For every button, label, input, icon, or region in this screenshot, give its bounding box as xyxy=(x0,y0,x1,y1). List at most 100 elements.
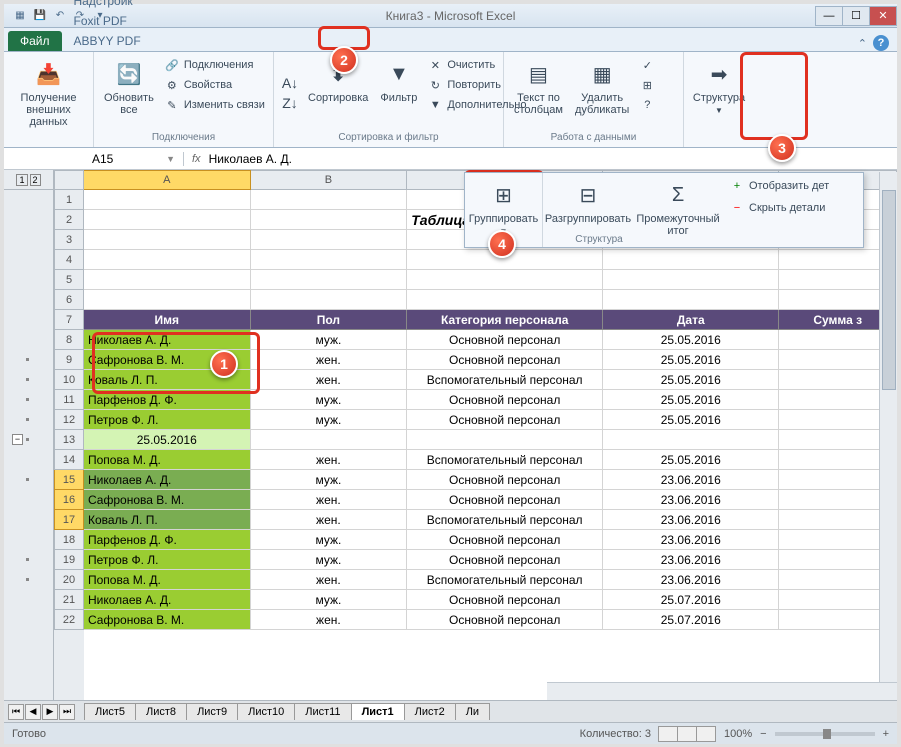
cell-sex[interactable]: муж. xyxy=(251,390,408,410)
structure-button[interactable]: ➡ Структура ▼ xyxy=(690,56,748,117)
cell-name[interactable]: Коваль Л. П. xyxy=(84,510,251,530)
cell-cat[interactable]: Основной персонал xyxy=(407,590,603,610)
row-header[interactable]: 4 xyxy=(54,250,84,270)
cell-cat[interactable]: Основной персонал xyxy=(407,330,603,350)
row-5[interactable] xyxy=(84,270,897,290)
row-header[interactable]: 12 xyxy=(54,410,84,430)
cell-date[interactable]: 25.05.2016 xyxy=(603,390,779,410)
cell-date[interactable]: 23.06.2016 xyxy=(603,490,779,510)
text-to-columns-button[interactable]: ▤ Текст по столбцам xyxy=(510,56,567,130)
sort-desc-button[interactable]: Z↓ xyxy=(280,94,300,112)
cell-sex[interactable]: муж. xyxy=(251,530,408,550)
cell-name[interactable]: Сафронова В. М. xyxy=(84,610,251,630)
header-date[interactable]: Дата xyxy=(603,310,779,330)
cell-sex[interactable]: жен. xyxy=(251,370,408,390)
sheet-first-button[interactable]: ⏮ xyxy=(8,704,24,720)
data-validation-button[interactable]: ✓ xyxy=(637,56,657,74)
zoom-out-button[interactable]: − xyxy=(760,728,766,740)
minimize-ribbon-icon[interactable]: ⌃ xyxy=(858,37,867,50)
row-header[interactable]: 1 xyxy=(54,190,84,210)
cell-sex[interactable]: жен. xyxy=(251,610,408,630)
row-header[interactable]: 8 xyxy=(54,330,84,350)
cell-cat[interactable]: Основной персонал xyxy=(407,350,603,370)
edit-links-button[interactable]: ✎Изменить связи xyxy=(162,96,267,114)
cell-sex[interactable]: жен. xyxy=(251,510,408,530)
table-row[interactable]: Николаев А. Д.муж.Основной персонал25.07… xyxy=(84,590,897,610)
cell[interactable] xyxy=(251,430,408,450)
cell-date[interactable]: 23.06.2016 xyxy=(603,470,779,490)
sheet-tab[interactable]: Лист2 xyxy=(404,703,456,720)
row-header[interactable]: 10 xyxy=(54,370,84,390)
subtotal-button[interactable]: Σ Промежуточный итог xyxy=(639,177,717,239)
cell-date[interactable]: 25.07.2016 xyxy=(603,590,779,610)
sheet-next-button[interactable]: ▶ xyxy=(42,704,58,720)
row-header[interactable]: 19 xyxy=(54,550,84,570)
vertical-scrollbar[interactable] xyxy=(879,172,897,700)
remove-duplicates-button[interactable]: ▦ Удалить дубликаты xyxy=(571,56,633,130)
hide-detail-button[interactable]: −Скрыть детали xyxy=(727,199,831,217)
table-row[interactable]: Петров Ф. Л.муж.Основной персонал23.06.2… xyxy=(84,550,897,570)
cell-sex[interactable]: жен. xyxy=(251,490,408,510)
ribbon-tab[interactable]: ABBYY PDF xyxy=(66,31,149,51)
cell-cat[interactable]: Вспомогательный персонал xyxy=(407,570,603,590)
sheet-last-button[interactable]: ⏭ xyxy=(59,704,75,720)
cell-name[interactable]: Николаев А. Д. xyxy=(84,330,251,350)
maximize-button[interactable]: ☐ xyxy=(842,6,870,26)
cell-date[interactable]: 23.06.2016 xyxy=(603,570,779,590)
select-all-button[interactable] xyxy=(54,170,84,190)
ribbon-tab[interactable]: Надстройк xyxy=(66,0,149,11)
cell-sex[interactable]: муж. xyxy=(251,590,408,610)
cell-name[interactable]: Петров Ф. Л. xyxy=(84,410,251,430)
cell-sex[interactable]: жен. xyxy=(251,350,408,370)
name-box[interactable]: A15 ▼ xyxy=(84,152,184,166)
excel-icon[interactable]: ▦ xyxy=(12,8,28,24)
cell-sex[interactable]: муж. xyxy=(251,410,408,430)
row-header[interactable]: 16 xyxy=(54,490,84,510)
sheet-tab[interactable]: Лист9 xyxy=(186,703,238,720)
header-cat[interactable]: Категория персонала xyxy=(407,310,603,330)
cell-sex[interactable]: муж. xyxy=(251,550,408,570)
row-header[interactable]: 14 xyxy=(54,450,84,470)
properties-button[interactable]: ⚙Свойства xyxy=(162,76,267,94)
row-header[interactable]: 6 xyxy=(54,290,84,310)
cell-date[interactable]: 25.05.2016 xyxy=(603,330,779,350)
zoom-slider[interactable] xyxy=(775,732,875,736)
header-name[interactable]: Имя xyxy=(84,310,251,330)
cell[interactable] xyxy=(407,430,603,450)
cell-name[interactable]: Парфенов Д. Ф. xyxy=(84,530,251,550)
table-row[interactable]: Николаев А. Д.муж.Основной персонал23.06… xyxy=(84,470,897,490)
table-row[interactable]: Николаев А. Д.муж.Основной персонал25.05… xyxy=(84,330,897,350)
fx-icon[interactable]: fx xyxy=(192,153,201,165)
cell-name[interactable]: Сафронова В. М. xyxy=(84,490,251,510)
cell-date[interactable]: 25.05.2016 xyxy=(603,410,779,430)
table-row[interactable]: Парфенов Д. Ф.муж.Основной персонал25.05… xyxy=(84,390,897,410)
sheet-tab[interactable]: Ли xyxy=(455,703,490,720)
save-icon[interactable]: 💾 xyxy=(32,8,48,24)
table-row[interactable]: Сафронова В. М.жен.Основной персонал25.0… xyxy=(84,350,897,370)
sheet-tab[interactable]: Лист1 xyxy=(351,703,405,720)
outline-level-1[interactable]: 1 xyxy=(16,174,27,186)
scroll-thumb[interactable] xyxy=(882,190,896,390)
table-row[interactable]: Коваль Л. П.жен.Вспомогательный персонал… xyxy=(84,370,897,390)
col-header-a[interactable]: A xyxy=(84,170,251,190)
whatif-button[interactable]: ? xyxy=(637,96,657,114)
cell-cat[interactable]: Вспомогательный персонал xyxy=(407,510,603,530)
cell-name[interactable]: Парфенов Д. Ф. xyxy=(84,390,251,410)
zoom-thumb[interactable] xyxy=(823,729,831,739)
sheet-tab[interactable]: Лист5 xyxy=(84,703,136,720)
cell-sex[interactable]: муж. xyxy=(251,330,408,350)
cell-name[interactable]: Попова М. Д. xyxy=(84,570,251,590)
cell-name[interactable]: Николаев А. Д. xyxy=(84,470,251,490)
cell[interactable] xyxy=(603,430,779,450)
row-header[interactable]: 9 xyxy=(54,350,84,370)
cell[interactable]: 25.05.2016 xyxy=(84,430,251,450)
cell-cat[interactable]: Основной персонал xyxy=(407,490,603,510)
sheet-tab[interactable]: Лист11 xyxy=(294,703,351,720)
row-header[interactable]: 7 xyxy=(54,310,84,330)
row-6[interactable] xyxy=(84,290,897,310)
outline-level-2[interactable]: 2 xyxy=(30,174,41,186)
zoom-level[interactable]: 100% xyxy=(724,728,752,740)
col-header-b[interactable]: B xyxy=(251,170,408,190)
help-icon[interactable]: ? xyxy=(873,35,889,51)
group-button[interactable]: ⊞ Группировать ▼ xyxy=(471,177,536,238)
